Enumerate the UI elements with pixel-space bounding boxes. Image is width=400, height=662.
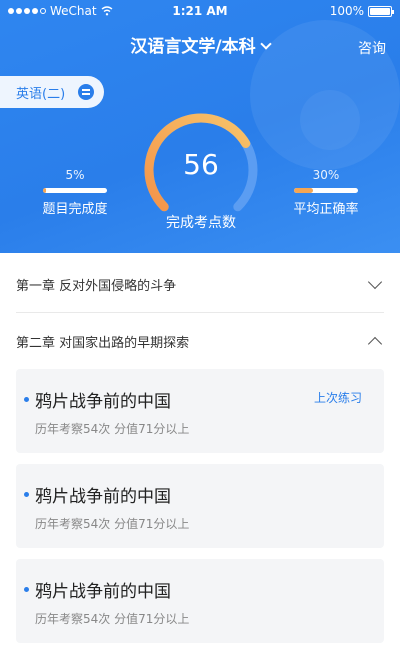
chevron-down-icon — [367, 274, 383, 290]
completion-percent: 5% — [65, 168, 85, 182]
accuracy-percent: 30% — [312, 168, 340, 182]
section-title: 鸦片战争前的中国 — [35, 582, 171, 602]
status-bar: WeChat 1:21 AM 100% — [0, 0, 400, 22]
accuracy-bar — [294, 188, 358, 193]
switch-icon — [78, 84, 94, 100]
battery-status: 100% — [329, 4, 394, 18]
section-meta: 历年考察54次 分值71分以上 — [35, 422, 190, 436]
subject-switch-button[interactable]: 英语(二) — [0, 76, 104, 108]
chevron-down-icon — [259, 38, 272, 50]
consult-button[interactable]: 咨询 — [358, 38, 386, 58]
chevron-up-icon — [367, 336, 383, 352]
header: WeChat 1:21 AM 100% 汉语言文学/本科 咨询 英语(二) 56… — [0, 0, 400, 253]
completion-stat: 5% 题目完成度 — [25, 168, 125, 217]
last-practice-badge: 上次练习 — [313, 391, 362, 405]
accuracy-stat: 30% 平均正确率 — [276, 168, 376, 217]
completion-bar — [43, 188, 107, 193]
completed-points-label: 完成考点数 — [166, 215, 236, 231]
section-card[interactable]: 鸦片战争前的中国 历年考察54次 分值71分以上 — [16, 464, 384, 548]
completion-label: 题目完成度 — [42, 202, 108, 217]
subject-label: 英语(二) — [16, 86, 66, 102]
section-title: 鸦片战争前的中国 — [35, 392, 171, 412]
bullet-icon — [24, 492, 29, 497]
completion-bar-fill — [43, 188, 47, 193]
accuracy-label: 平均正确率 — [293, 202, 359, 217]
decorative-circle — [300, 90, 360, 150]
section-title: 鸦片战争前的中国 — [35, 487, 171, 507]
bullet-icon — [24, 587, 29, 592]
completed-points-value: 56 — [183, 148, 219, 181]
chapter-row[interactable]: 第二章 对国家出路的早期探索 — [16, 313, 384, 369]
title-bar: 汉语言文学/本科 咨询 — [0, 34, 400, 60]
chapter-row[interactable]: 第一章 反对外国侵略的斗争 — [16, 257, 384, 313]
battery-icon — [368, 5, 394, 17]
section-meta: 历年考察54次 分值71分以上 — [35, 612, 190, 626]
chapter-list: 第一章 反对外国侵略的斗争 第二章 对国家出路的早期探索 鸦片战争前的中国 历年… — [0, 253, 400, 662]
bullet-icon — [24, 397, 29, 402]
major-title: 汉语言文学/本科 — [130, 37, 256, 57]
section-meta: 历年考察54次 分值71分以上 — [35, 517, 190, 531]
chapter-title: 第一章 反对外国侵略的斗争 — [16, 279, 177, 294]
chapter-title: 第二章 对国家出路的早期探索 — [16, 335, 190, 351]
battery-percent: 100% — [329, 4, 364, 18]
section-card[interactable]: 鸦片战争前的中国 历年考察54次 分值71分以上 — [16, 559, 384, 643]
major-selector[interactable]: 汉语言文学/本科 — [0, 34, 400, 60]
accuracy-bar-fill — [294, 188, 314, 193]
section-card[interactable]: 鸦片战争前的中国 历年考察54次 分值71分以上 上次练习 — [16, 369, 384, 453]
